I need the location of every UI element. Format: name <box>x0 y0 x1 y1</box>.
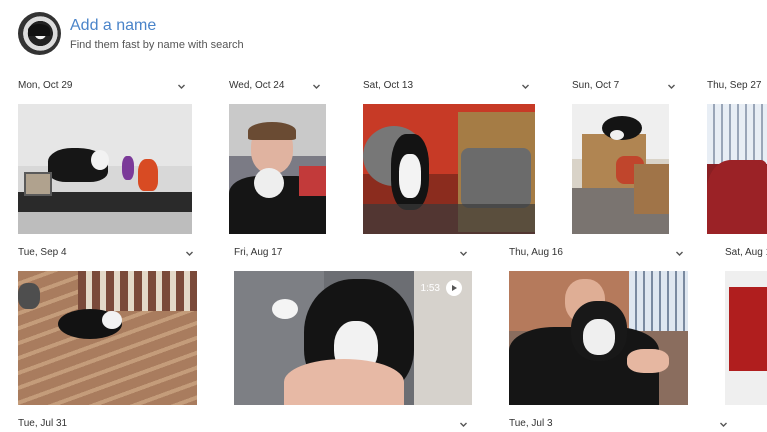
video-badge: 1:53 <box>421 280 462 296</box>
photo-thumbnail[interactable] <box>707 104 767 234</box>
date-label: Tue, Jul 3 <box>509 418 553 429</box>
date-label: Tue, Sep 4 <box>18 247 67 258</box>
date-label: Thu, Aug 16 <box>509 247 563 258</box>
photo-thumbnail[interactable] <box>18 104 192 234</box>
chevron-down-icon[interactable] <box>311 82 322 92</box>
date-label: Mon, Oct 29 <box>18 80 73 91</box>
video-duration: 1:53 <box>420 282 440 294</box>
photo-thumbnail[interactable] <box>18 271 197 405</box>
chevron-down-icon[interactable] <box>666 82 677 92</box>
chevron-down-icon[interactable] <box>458 249 469 259</box>
chevron-down-icon[interactable] <box>520 82 531 92</box>
chevron-down-icon[interactable] <box>176 82 187 92</box>
date-label: Sat, Oct 13 <box>363 80 414 91</box>
chevron-down-icon[interactable] <box>184 249 195 259</box>
date-label: Thu, Sep 27 <box>707 80 762 91</box>
chevron-down-icon[interactable] <box>674 249 685 259</box>
add-name-link[interactable]: Add a name <box>70 17 156 35</box>
date-label: Sat, Aug 1 <box>725 247 767 258</box>
date-label: Wed, Oct 24 <box>229 80 285 91</box>
photo-thumbnail[interactable] <box>572 104 669 234</box>
date-label: Fri, Aug 17 <box>234 247 283 258</box>
photo-thumbnail[interactable] <box>509 271 688 405</box>
date-label: Sun, Oct 7 <box>572 80 620 91</box>
photo-thumbnail[interactable] <box>363 104 535 234</box>
date-label: Tue, Jul 31 <box>18 418 68 429</box>
chevron-down-icon[interactable] <box>718 420 729 430</box>
header-subtitle: Find them fast by name with search <box>70 39 244 51</box>
play-icon[interactable] <box>446 280 462 296</box>
video-thumbnail[interactable]: 1:53 <box>234 271 472 405</box>
photo-thumbnail[interactable] <box>725 271 767 405</box>
chevron-down-icon[interactable] <box>458 420 469 430</box>
person-avatar[interactable] <box>18 12 61 55</box>
photo-thumbnail[interactable] <box>229 104 326 234</box>
